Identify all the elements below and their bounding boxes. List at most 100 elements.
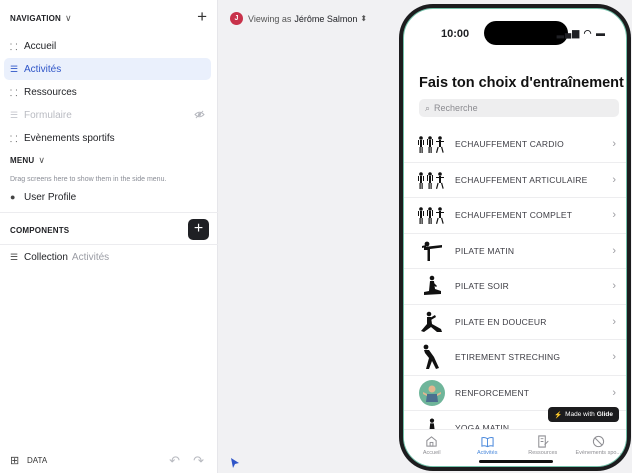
- list-item[interactable]: ECHAUFFEMENT CARDIO ›: [404, 127, 626, 163]
- viewing-as-name: Jérôme Salmon: [294, 13, 358, 24]
- sidebar-item-evenements-sportifs[interactable]: ⸬ Evènements sportifs: [4, 127, 211, 149]
- tab-label: Accueil: [422, 450, 441, 456]
- list-icon: ☰: [10, 109, 19, 120]
- section-divider: [0, 244, 218, 245]
- pointer-tool-icon[interactable]: [230, 457, 240, 469]
- book-icon: [481, 436, 494, 448]
- sidebar-item-user-profile[interactable]: ● User Profile: [4, 186, 211, 208]
- list-item[interactable]: PILATE MATIN ›: [404, 234, 626, 269]
- menu-title: MENU: [10, 155, 35, 165]
- avatar: J: [230, 12, 243, 25]
- collection-source: Activités: [71, 252, 110, 263]
- list-item[interactable]: PILATE SOIR ›: [404, 269, 626, 305]
- list-item[interactable]: ECHAUFFEMENT COMPLET ›: [404, 198, 626, 234]
- search-placeholder: Recherche: [434, 103, 478, 113]
- list-item-label: ECHAUFFEMENT COMPLET: [455, 210, 573, 221]
- phone-screen: 10:00 ▂▄▆ ◠ ▬ Fais ton choix d'entraînem…: [403, 8, 627, 467]
- avatar-photo-icon: [417, 379, 447, 407]
- phone-preview: 10:00 ▂▄▆ ◠ ▬ Fais ton choix d'entraînem…: [399, 4, 631, 471]
- sidebar-item-ressources[interactable]: ⸬ Ressources: [4, 81, 211, 103]
- sidebar-item-activites[interactable]: ☰ Activités: [4, 58, 211, 80]
- list-item[interactable]: ETIREMENT STRECHING ›: [404, 340, 626, 376]
- sidebar-item-label: Formulaire: [24, 109, 72, 121]
- menu-section-header[interactable]: MENU ∨: [10, 152, 209, 168]
- list-item-label: ECHAUFFEMENT ARTICULAIRE: [455, 174, 588, 185]
- collection-icon: ☰: [10, 252, 19, 262]
- list-item-label: ECHAUFFEMENT CARDIO: [455, 139, 564, 150]
- balance-pose-icon: [417, 237, 447, 265]
- bolt-icon: ⚡: [554, 411, 563, 419]
- redo-icon[interactable]: ↷: [193, 453, 204, 469]
- group-figures-icon: [417, 130, 447, 158]
- sidebar: NAVIGATION ∨ + ⸬ Accueil ☰ Activités ⸬ R…: [0, 0, 218, 473]
- activity-list: ECHAUFFEMENT CARDIO › ECHAUFFEMENT ARTIC…: [404, 127, 626, 447]
- tab-accueil[interactable]: Accueil: [404, 430, 460, 466]
- components-title: COMPONENTS: [10, 225, 70, 235]
- list-item-label: ETIREMENT STRECHING: [455, 352, 561, 363]
- signal-wifi-battery-icon: ▂▄▆ ◠ ▬: [556, 28, 606, 38]
- menu-hint: Drag screens here to show them in the si…: [10, 176, 167, 183]
- collection-label: Collection: [24, 252, 68, 263]
- lunge-pose-icon: [417, 308, 447, 336]
- chevron-right-icon: ›: [612, 315, 616, 328]
- data-tab-label[interactable]: DATA: [27, 456, 47, 465]
- chevron-down-icon: ∨: [65, 12, 72, 23]
- list-item-label: PILATE SOIR: [455, 281, 510, 292]
- sidebar-item-label: Activités: [24, 63, 62, 75]
- navigation-title: NAVIGATION: [10, 13, 62, 23]
- no-symbol-icon: [592, 435, 604, 448]
- screen-frame-icon: ⸬: [10, 87, 18, 98]
- made-with-glide-badge[interactable]: ⚡ Made with Glide: [548, 407, 619, 422]
- chevron-right-icon: ›: [612, 173, 616, 186]
- add-screen-icon[interactable]: +: [197, 8, 207, 25]
- screen-title: Fais ton choix d'entraînement: [419, 75, 624, 91]
- home-indicator: [479, 460, 553, 463]
- seated-stretch-icon: [417, 272, 447, 300]
- eye-hidden-icon[interactable]: [194, 110, 205, 119]
- sidebar-item-label: User Profile: [24, 191, 77, 203]
- chevron-right-icon: ›: [612, 351, 616, 363]
- sidebar-item-formulaire[interactable]: ☰ Formulaire: [4, 104, 211, 126]
- navigation-section-header[interactable]: NAVIGATION ∨: [10, 10, 209, 26]
- screen-frame-icon: ⸬: [10, 41, 18, 52]
- sidebar-item-label: Accueil: [24, 40, 57, 52]
- undo-icon[interactable]: ↶: [169, 453, 180, 469]
- list-item-label: PILATE MATIN: [455, 245, 515, 256]
- component-collection[interactable]: ☰ Collection Activités: [10, 252, 109, 263]
- list-item[interactable]: RENFORCEMENT ›: [404, 376, 626, 411]
- made-with-prefix: Made with: [565, 411, 595, 418]
- search-input[interactable]: ⌕ Recherche: [419, 99, 619, 117]
- list-item[interactable]: PILATE EN DOUCEUR ›: [404, 305, 626, 340]
- chevron-right-icon: ›: [612, 138, 616, 150]
- sidebar-item-label: Evènements sportifs: [24, 132, 115, 144]
- add-component-button[interactable]: +: [188, 219, 209, 240]
- chevron-right-icon: ›: [612, 209, 616, 221]
- viewing-as-prefix: Viewing as: [248, 13, 292, 24]
- chevron-down-icon: ∨: [38, 154, 46, 165]
- chevron-right-icon: ›: [612, 280, 616, 292]
- section-divider: [0, 212, 218, 213]
- tab-label: Ressources: [528, 450, 558, 456]
- updown-chevron-icon: ⬍: [360, 14, 368, 23]
- sidebar-item-accueil[interactable]: ⸬ Accueil: [4, 35, 211, 57]
- tab-label: Evènements spo...: [575, 450, 622, 456]
- chevron-right-icon: ›: [612, 386, 616, 399]
- tab-label: Activités: [477, 450, 498, 456]
- screen-frame-icon: ⸬: [10, 133, 18, 144]
- group-figures-icon: [417, 201, 447, 229]
- list-item-label: PILATE EN DOUCEUR: [455, 316, 547, 327]
- dynamic-island: [484, 21, 568, 45]
- status-time: 10:00: [441, 28, 470, 40]
- list-item[interactable]: ECHAUFFEMENT ARTICULAIRE ›: [404, 163, 626, 198]
- home-icon: [426, 436, 437, 447]
- viewing-as-selector[interactable]: J Viewing as Jérôme Salmon ⬍: [230, 12, 367, 25]
- list-item-label: RENFORCEMENT: [455, 387, 530, 398]
- tab-evenements[interactable]: Evènements spo...: [571, 430, 627, 466]
- sidebar-item-label: Ressources: [24, 86, 77, 98]
- group-figures-icon: [417, 166, 447, 194]
- components-section-header: COMPONENTS: [10, 222, 209, 238]
- search-icon: ⌕: [425, 102, 431, 113]
- list-icon: ☰: [10, 63, 19, 74]
- made-with-brand: Glide: [596, 411, 613, 418]
- chevron-right-icon: ›: [612, 244, 616, 257]
